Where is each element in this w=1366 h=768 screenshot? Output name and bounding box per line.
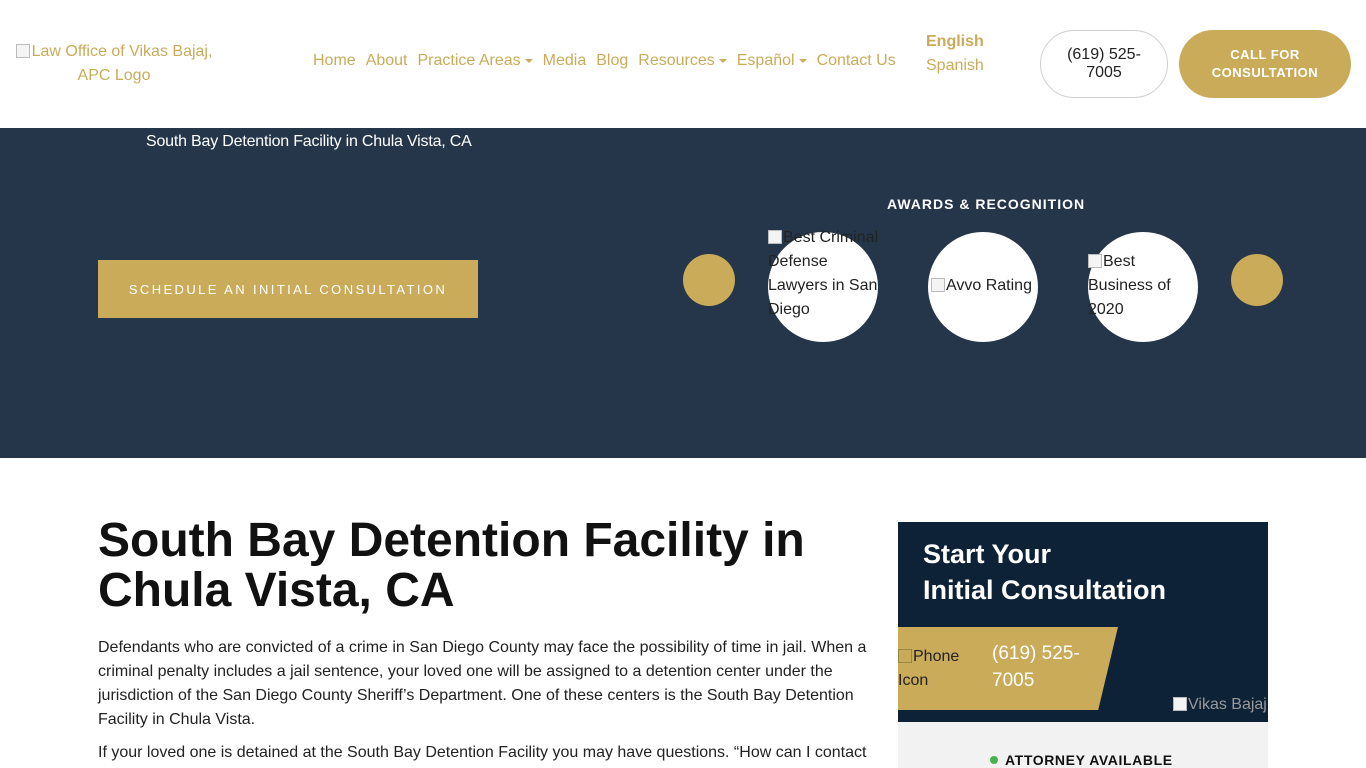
award-badge-alt-text: Best Criminal Defense Lawyers in San Die…	[768, 229, 879, 318]
award-badge: Avvo Rating	[928, 232, 1038, 342]
second-paragraph: If your loved one is detained at the Sou…	[98, 744, 867, 761]
attorney-available-status: ATTORNEY AVAILABLE	[990, 752, 1173, 768]
awards-heading: AWARDS & RECOGNITION	[887, 196, 1086, 212]
award-badge-alt: Best Business of 2020	[1088, 250, 1192, 322]
chevron-down-icon	[718, 59, 727, 63]
logo-alt-text: Law Office of Vikas Bajaj, APC Logo	[31, 43, 213, 84]
intro-paragraph: Defendants who are convicted of a crime …	[98, 639, 867, 728]
nav-label: Contact Us	[816, 52, 896, 69]
language-switcher: English Spanish	[926, 30, 984, 78]
page-title: South Bay Detention Facility in Chula Vi…	[98, 514, 805, 617]
breadcrumb: South Bay Detention Facility in Chula Vi…	[146, 133, 472, 150]
award-badge-alt-text: Avvo Rating	[946, 277, 1032, 294]
nav-item-home[interactable]: Home	[313, 52, 356, 70]
site-logo[interactable]: Law Office of Vikas Bajaj, APC Logo	[14, 40, 214, 88]
nav-item-blog[interactable]: Blog	[596, 52, 628, 70]
nav-label: Practice Areas	[417, 52, 521, 69]
nav-label: Resources	[638, 52, 715, 69]
schedule-consultation-button[interactable]: SCHEDULE AN INITIAL CONSULTATION	[98, 260, 478, 318]
site-header: Law Office of Vikas Bajaj, APC Logo Home…	[0, 0, 1366, 128]
nav-label: Blog	[596, 52, 629, 69]
sidebar-title: Start Your Initial Consultation	[923, 536, 1166, 608]
nav-label: About	[365, 52, 408, 69]
broken-image-icon	[1088, 254, 1102, 268]
carousel-next-button[interactable]	[1231, 254, 1283, 306]
chevron-down-icon	[798, 59, 807, 63]
broken-image-icon	[768, 230, 782, 244]
sidebar-title-line: Start Your	[923, 539, 1052, 569]
sidebar-phone-number[interactable]: (619) 525-7005	[992, 640, 1102, 694]
award-badge: Best Criminal Defense Lawyers in San Die…	[768, 229, 878, 342]
phone-icon: Phone Icon	[898, 645, 978, 693]
nav-item-practice-areas[interactable]: Practice Areas	[418, 52, 533, 70]
header-phone-button[interactable]: (619) 525-7005	[1040, 30, 1168, 98]
award-badge-alt: Avvo Rating	[931, 274, 1051, 298]
nav-item-media[interactable]: Media	[543, 52, 587, 70]
hero-section: South Bay Detention Facility in Chula Vi…	[0, 128, 1366, 458]
nav-label: Home	[313, 52, 356, 69]
nav-label: Español	[736, 52, 795, 69]
consultation-sidebar: Start Your Initial Consultation Phone Ic…	[898, 522, 1268, 722]
attorney-photo-alt-text: Vikas Bajaj	[1188, 696, 1267, 713]
broken-image-icon	[15, 44, 30, 58]
main-nav: Home About Practice Areas Media Blog Res…	[313, 52, 906, 70]
nav-item-espanol[interactable]: Español	[737, 52, 807, 70]
sidebar-title-line: Initial Consultation	[923, 575, 1166, 605]
nav-label: Media	[542, 52, 587, 69]
award-badge: Best Business of 2020	[1088, 232, 1198, 342]
sidebar-phone-link[interactable]: Phone Icon (619) 525-7005	[898, 627, 1118, 710]
language-english[interactable]: English	[926, 30, 984, 54]
attorney-photo: Vikas Bajaj	[1173, 696, 1267, 714]
nav-item-contact-us[interactable]: Contact Us	[817, 52, 896, 70]
award-badge-alt: Best Criminal Defense Lawyers in San Die…	[768, 226, 880, 322]
nav-item-resources[interactable]: Resources	[638, 52, 727, 70]
carousel-prev-button[interactable]	[683, 254, 735, 306]
language-spanish[interactable]: Spanish	[926, 54, 984, 78]
call-for-consultation-button[interactable]: CALL FOR CONSULTATION	[1179, 30, 1351, 98]
broken-image-icon	[898, 649, 912, 663]
sidebar-availability-panel: ATTORNEY AVAILABLE	[898, 722, 1268, 768]
availability-label: ATTORNEY AVAILABLE	[1005, 752, 1173, 768]
broken-image-icon	[931, 278, 945, 292]
status-dot-icon	[990, 756, 998, 764]
chevron-down-icon	[524, 59, 533, 63]
broken-image-icon	[1173, 697, 1187, 711]
nav-item-about[interactable]: About	[366, 52, 408, 70]
